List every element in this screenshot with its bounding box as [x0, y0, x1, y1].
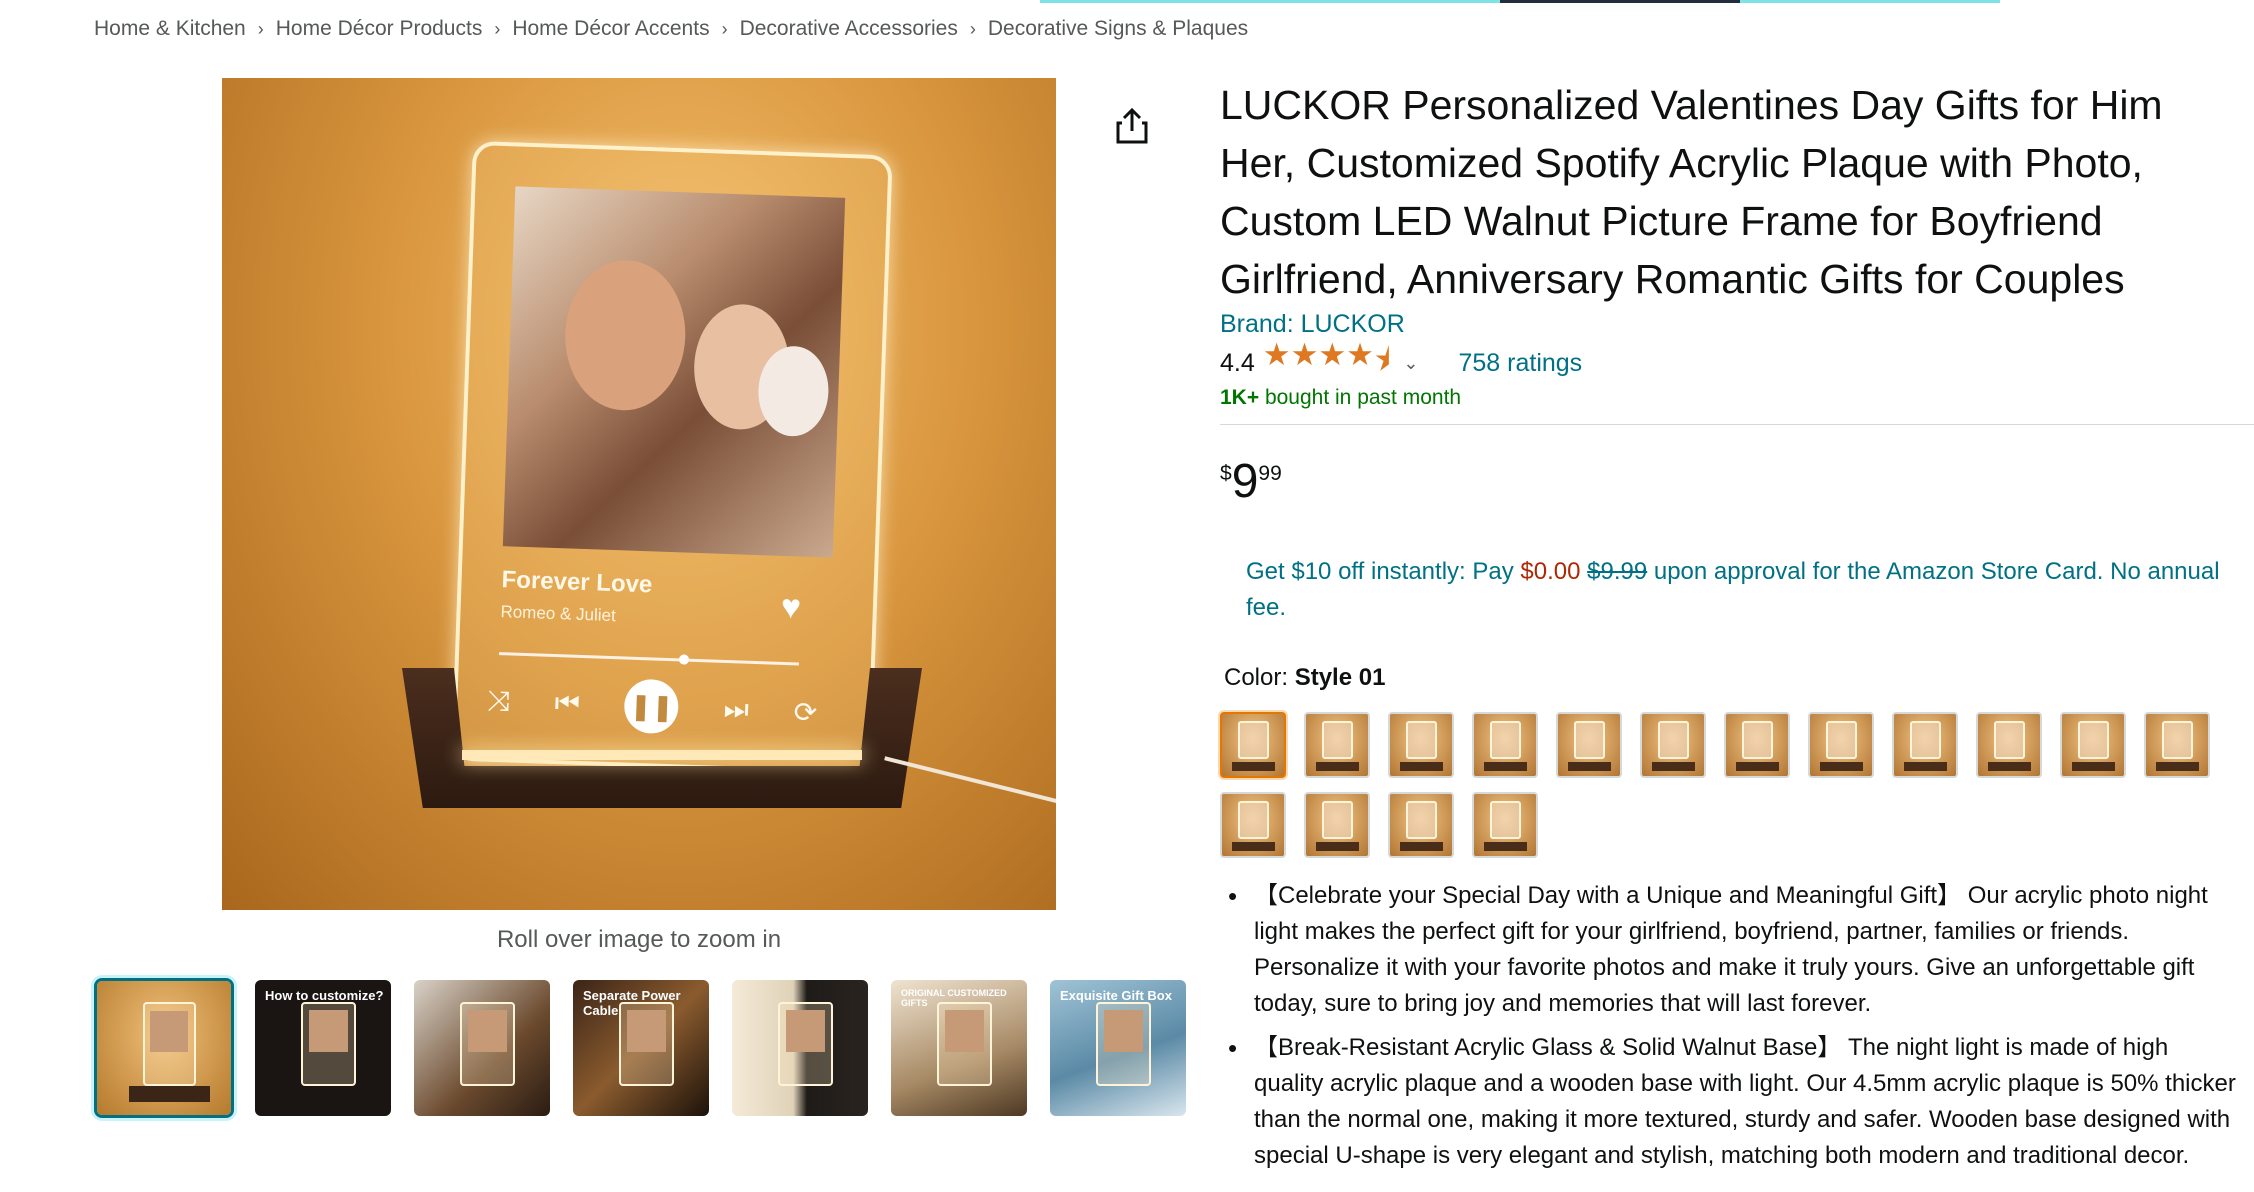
swatch-style-07[interactable]: [1724, 712, 1790, 778]
power-cable: [884, 756, 1056, 804]
swatch-style-02[interactable]: [1304, 712, 1370, 778]
half-star-icon: ⯨: [1373, 341, 1390, 377]
share-icon: [1116, 107, 1148, 144]
breadcrumb-separator: ›: [969, 18, 976, 39]
swatch-style-09[interactable]: [1892, 712, 1958, 778]
heart-icon: ♥: [780, 587, 802, 627]
store-card-offer[interactable]: Get $10 off instantly: Pay $0.00 $9.99 u…: [1246, 554, 2236, 626]
breadcrumb-home-decor-products[interactable]: Home Décor Products: [276, 17, 483, 41]
color-label-text: Color:: [1224, 664, 1295, 691]
color-label: Color: Style 01: [1224, 664, 1385, 692]
swatch-style-13[interactable]: [1220, 792, 1286, 858]
bought-text: bought in past month: [1259, 386, 1462, 409]
pause-icon: ❚❚: [623, 678, 680, 735]
next-icon: ⏭: [723, 692, 750, 725]
breadcrumb-separator: ›: [721, 18, 728, 39]
divider: [1220, 424, 2254, 425]
thumbnail-7[interactable]: Exquisite Gift Box: [1048, 978, 1188, 1118]
breadcrumb-decorative-accessories[interactable]: Decorative Accessories: [740, 17, 958, 41]
thumbnail-label: How to customize?: [265, 988, 384, 1003]
swatch-style-11[interactable]: [2060, 712, 2126, 778]
thumbnail-label: ORIGINAL CUSTOMIZED GIFTS: [901, 988, 1007, 1008]
swatch-style-14[interactable]: [1304, 792, 1370, 858]
thumbnail-1[interactable]: [94, 978, 234, 1118]
player-controls: ⤨ ⏮ ❚❚ ⏭ ⟳: [486, 674, 818, 739]
swatch-style-16[interactable]: [1472, 792, 1538, 858]
thumbnail-2[interactable]: How to customize?: [253, 978, 393, 1118]
breadcrumb-home-kitchen[interactable]: Home & Kitchen: [94, 17, 246, 41]
thumbnail-strip: How to customize? Separate Power Cable O…: [94, 978, 1188, 1118]
price-whole: 9: [1231, 455, 1259, 508]
swatch-style-15[interactable]: [1388, 792, 1454, 858]
swatch-style-12[interactable]: [2144, 712, 2210, 778]
feature-bullet: 【Celebrate your Special Day with a Uniqu…: [1224, 878, 2240, 1022]
thumbnail-label: Exquisite Gift Box: [1060, 988, 1172, 1003]
song-progress-bar: [499, 652, 799, 666]
star-rating[interactable]: ★ ★ ★ ★ ⯨: [1262, 336, 1391, 390]
thumbnail-5[interactable]: [730, 978, 870, 1118]
zoom-hint: Roll over image to zoom in: [496, 926, 782, 953]
offer-original-price: $9.99: [1587, 558, 1648, 585]
ratings-count-link[interactable]: 758 ratings: [1458, 349, 1582, 378]
offer-text: Get $10 off instantly: Pay: [1246, 558, 1521, 585]
previous-icon: ⏮: [554, 686, 581, 719]
share-button[interactable]: [1112, 104, 1152, 148]
top-strip: [1040, 0, 2000, 3]
thumbnail-3[interactable]: [412, 978, 552, 1118]
swatch-style-08[interactable]: [1808, 712, 1874, 778]
price-symbol: $: [1220, 462, 1232, 485]
swatch-style-10[interactable]: [1976, 712, 2042, 778]
price-fraction: 99: [1258, 462, 1282, 485]
song-artist: Romeo & Juliet: [500, 602, 617, 626]
feature-bullets: 【Celebrate your Special Day with a Uniqu…: [1224, 878, 2240, 1182]
breadcrumb-decorative-signs[interactable]: Decorative Signs & Plaques: [988, 17, 1248, 41]
base-glow: [462, 750, 862, 760]
repeat-icon: ⟳: [793, 695, 818, 728]
swatch-style-06[interactable]: [1640, 712, 1706, 778]
couple-photo: [502, 186, 846, 558]
breadcrumb-home-decor-accents[interactable]: Home Décor Accents: [512, 17, 709, 41]
offer-pay-amount: $0.00: [1520, 558, 1581, 585]
swatch-style-04[interactable]: [1472, 712, 1538, 778]
thumbnail-4[interactable]: Separate Power Cable: [571, 978, 711, 1118]
rating-row: 4.4 ★ ★ ★ ★ ⯨ ⌄ 758 ratings: [1220, 337, 1582, 380]
star-icon: ★: [1262, 336, 1291, 372]
swatch-style-01[interactable]: [1220, 712, 1286, 778]
breadcrumb-separator: ›: [257, 18, 264, 39]
breadcrumb: Home & Kitchen › Home Décor Products › H…: [94, 14, 1248, 44]
swatch-style-03[interactable]: [1388, 712, 1454, 778]
bought-in-past-month: 1K+ bought in past month: [1220, 386, 1461, 410]
chevron-down-icon[interactable]: ⌄: [1403, 353, 1418, 374]
star-icon: ★: [1346, 336, 1374, 372]
feature-bullet: 【Break-Resistant Acrylic Glass & Solid W…: [1224, 1030, 2240, 1174]
color-swatches: [1220, 712, 2240, 858]
swatch-style-05[interactable]: [1556, 712, 1622, 778]
product-title: LUCKOR Personalized Valentines Day Gifts…: [1220, 82, 2163, 302]
rating-value: 4.4: [1220, 348, 1255, 377]
thumbnail-label: Separate Power Cable: [583, 988, 681, 1018]
shuffle-icon: ⤨: [486, 684, 511, 716]
brand-link[interactable]: Brand: LUCKOR: [1220, 310, 1405, 339]
breadcrumb-separator: ›: [494, 18, 501, 39]
selected-color: Style 01: [1294, 664, 1386, 691]
song-title: Forever Love: [501, 566, 653, 599]
price: $ 9 99: [1220, 456, 1282, 508]
acrylic-plaque: Forever Love Romeo & Juliet ♥ ⤨ ⏮ ❚❚ ⏭ ⟳: [451, 140, 893, 776]
bought-count: 1K+: [1220, 386, 1260, 409]
star-icon: ★: [1318, 336, 1346, 372]
main-product-image[interactable]: Forever Love Romeo & Juliet ♥ ⤨ ⏮ ❚❚ ⏭ ⟳: [222, 78, 1056, 910]
thumbnail-6[interactable]: ORIGINAL CUSTOMIZED GIFTS: [889, 978, 1029, 1118]
star-icon: ★: [1290, 336, 1319, 372]
